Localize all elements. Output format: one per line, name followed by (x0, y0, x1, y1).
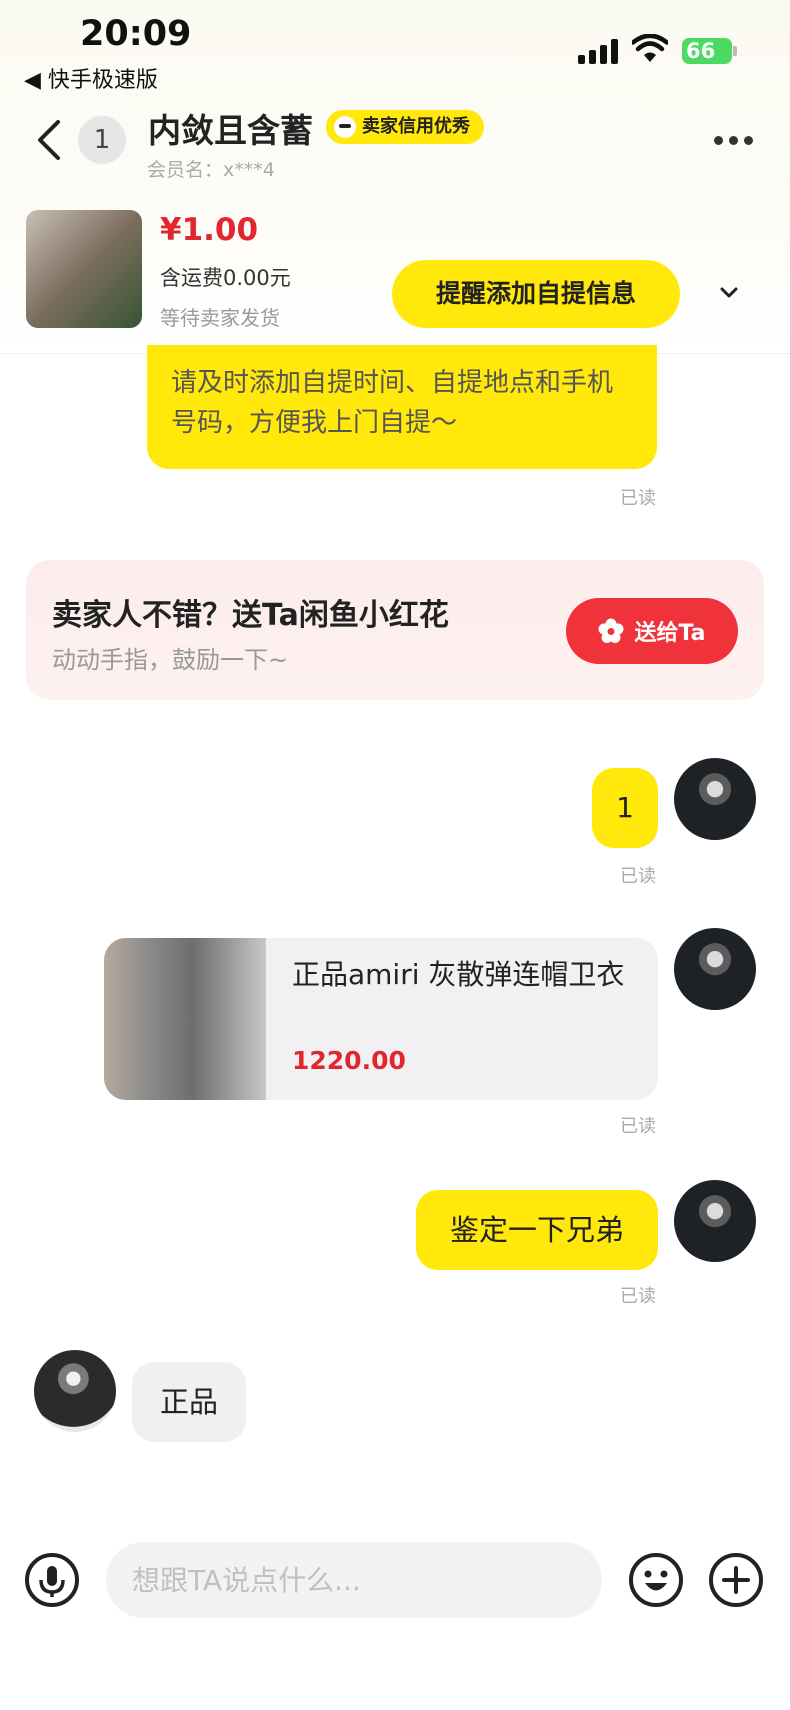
message-input[interactable] (106, 1542, 602, 1618)
member-name: 会员名：x***4 (147, 159, 275, 181)
seller-credit-badge: 卖家信用优秀 (326, 110, 484, 144)
product-image[interactable] (104, 938, 266, 1100)
flower-icon (598, 618, 624, 644)
order-price: ¥1.00 (160, 212, 259, 248)
chevron-down-icon[interactable] (720, 284, 738, 302)
my-avatar[interactable] (674, 928, 756, 1010)
badge-label: 卖家信用优秀 (362, 116, 470, 137)
read-receipt: 已读 (620, 1286, 656, 1307)
wifi-icon (630, 33, 670, 68)
read-receipt: 已读 (620, 1116, 656, 1137)
send-flower-button[interactable]: 送给Ta (566, 598, 738, 664)
plus-icon[interactable] (708, 1552, 764, 1608)
read-receipt: 已读 (620, 488, 656, 509)
battery-icon: 66 (682, 38, 732, 64)
appraise-message-bubble: 鉴定一下兄弟 (416, 1190, 658, 1270)
order-product-thumbnail[interactable] (26, 210, 142, 328)
promo-title: 卖家人不错？送Ta闲鱼小红花 (52, 598, 449, 633)
badge-face-icon (334, 116, 356, 138)
status-time: 20:09 (80, 14, 192, 54)
pickup-request-bubble: 请及时添加自提时间、自提地点和手机号码，方便我上门自提～ (147, 345, 657, 469)
battery-cap (733, 46, 737, 56)
remind-pickup-button[interactable]: 提醒添加自提信息 (392, 260, 680, 328)
message-bubble-one: 1 (592, 768, 658, 848)
my-avatar[interactable] (674, 1180, 756, 1262)
unread-count-badge: 1 (78, 116, 126, 164)
back-to-app-link[interactable]: ◀ 快手极速版 (24, 62, 158, 94)
emoji-icon[interactable] (628, 1552, 684, 1608)
send-flower-label: 送给Ta (634, 621, 706, 646)
my-avatar[interactable] (674, 758, 756, 840)
order-status: 等待卖家发货 (160, 306, 280, 330)
product-price: 1220.00 (292, 1046, 406, 1075)
promo-subtitle: 动动手指，鼓励一下~ (52, 646, 289, 674)
read-receipt: 已读 (620, 866, 656, 887)
seller-reply-bubble: 正品 (132, 1362, 246, 1442)
microphone-icon[interactable] (24, 1552, 80, 1608)
more-icon[interactable] (714, 136, 758, 146)
signal-icon (578, 38, 620, 64)
seller-avatar[interactable] (34, 1350, 116, 1432)
seller-name: 内敛且含蓄 (148, 111, 313, 150)
product-title: 正品amiri 灰散弹连帽卫衣 (292, 958, 625, 991)
back-arrow-icon[interactable] (32, 116, 66, 164)
order-shipping: 含运费0.00元 (160, 266, 291, 290)
